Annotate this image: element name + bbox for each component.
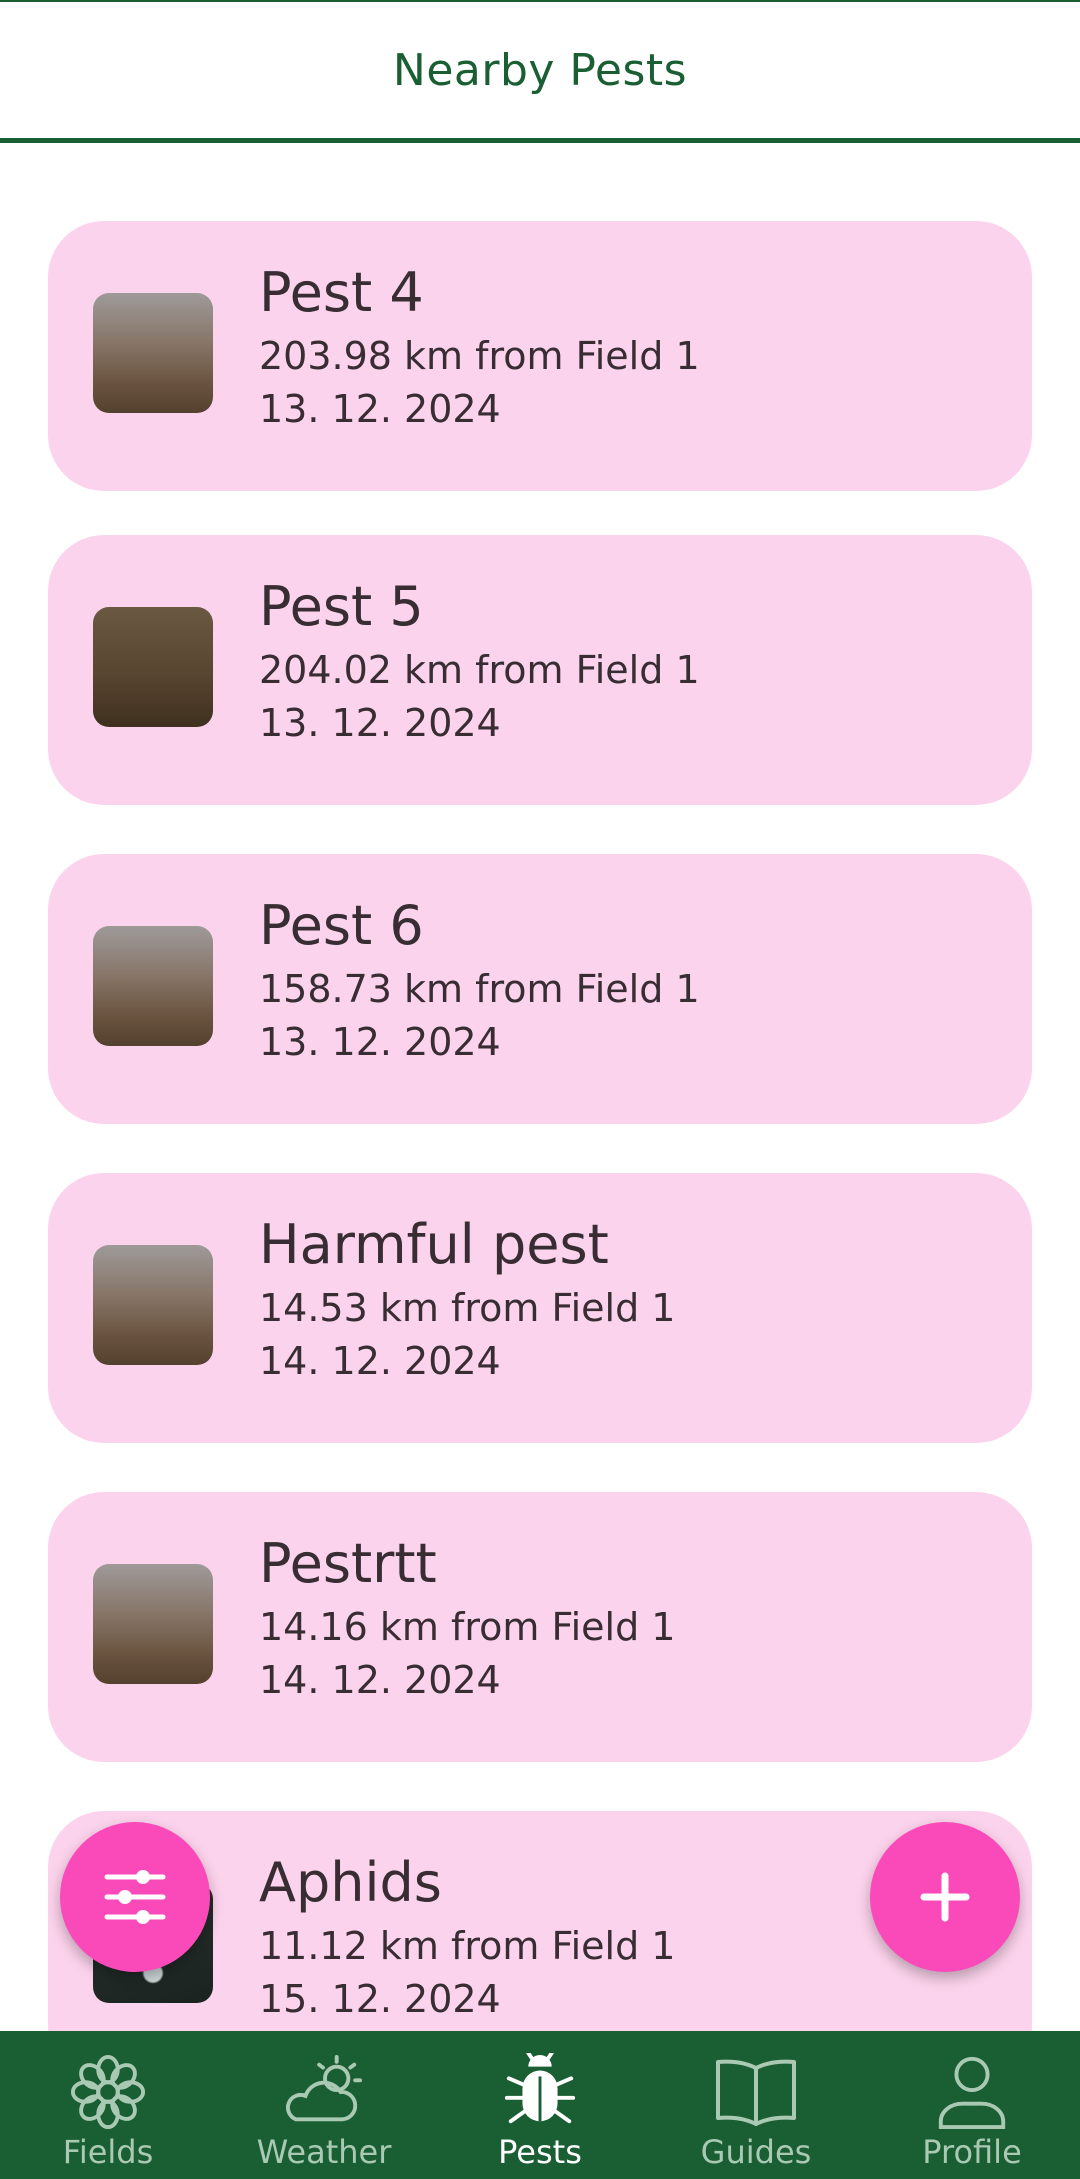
pest-list[interactable]: Pest 4 203.98 km from Field 1 13. 12. 20… (0, 143, 1080, 2031)
pest-distance: 14.16 km from Field 1 (259, 1605, 676, 1649)
person-icon (938, 2056, 1006, 2130)
app-bar: Nearby Pests (0, 2, 1080, 143)
nav-label: Profile (922, 2133, 1022, 2171)
pest-distance: 11.12 km from Field 1 (259, 1924, 676, 1968)
pest-date: 13. 12. 2024 (259, 701, 501, 745)
pest-thumbnail (93, 1245, 213, 1365)
pest-thumbnail (93, 293, 213, 413)
nav-label: Pests (498, 2133, 582, 2171)
sliders-icon (104, 1870, 166, 1924)
pest-name: Pest 6 (259, 894, 424, 957)
partly-cloudy-icon (285, 2054, 363, 2122)
book-icon (716, 2059, 796, 2126)
bottom-navigation: Fields Weather Pests Guides Profile (0, 2031, 1080, 2179)
nav-profile[interactable]: Profile (864, 2031, 1080, 2179)
filter-button[interactable] (60, 1822, 210, 1972)
nav-label: Weather (256, 2133, 392, 2171)
pest-thumbnail (93, 1564, 213, 1684)
nav-label: Guides (700, 2133, 812, 2171)
pest-name: Pestrtt (259, 1532, 437, 1595)
pest-name: Aphids (259, 1851, 442, 1914)
nav-pests[interactable]: Pests (432, 2031, 648, 2179)
pest-card-2[interactable]: Pest 5 204.02 km from Field 1 13. 12. 20… (48, 535, 1032, 805)
pest-date: 15. 12. 2024 (259, 1977, 501, 2021)
pest-distance: 204.02 km from Field 1 (259, 648, 700, 692)
pest-name: Harmful pest (259, 1213, 609, 1276)
pest-card-3[interactable]: Pest 6 158.73 km from Field 1 13. 12. 20… (48, 854, 1032, 1124)
pest-name: Pest 5 (259, 575, 424, 638)
pest-thumbnail (93, 926, 213, 1046)
add-pest-button[interactable] (870, 1822, 1020, 1972)
pest-card-5[interactable]: Pestrtt 14.16 km from Field 1 14. 12. 20… (48, 1492, 1032, 1762)
nav-label: Fields (62, 2133, 154, 2171)
pest-card-4[interactable]: Harmful pest 14.53 km from Field 1 14. 1… (48, 1173, 1032, 1443)
pest-distance: 158.73 km from Field 1 (259, 967, 700, 1011)
pest-name: Pest 4 (259, 261, 424, 324)
pest-card-1[interactable]: Pest 4 203.98 km from Field 1 13. 12. 20… (48, 221, 1032, 491)
bug-icon (504, 2053, 576, 2124)
nav-fields[interactable]: Fields (0, 2031, 216, 2179)
pest-date: 13. 12. 2024 (259, 1020, 501, 1064)
pest-thumbnail (93, 607, 213, 727)
pest-distance: 203.98 km from Field 1 (259, 334, 700, 378)
plus-icon (920, 1872, 970, 1922)
nav-guides[interactable]: Guides (648, 2031, 864, 2179)
page-title: Nearby Pests (392, 44, 688, 96)
pest-date: 13. 12. 2024 (259, 387, 501, 431)
pest-date: 14. 12. 2024 (259, 1658, 501, 1702)
pest-distance: 14.53 km from Field 1 (259, 1286, 676, 1330)
nav-weather[interactable]: Weather (216, 2031, 432, 2179)
flower-icon (70, 2054, 146, 2130)
pest-date: 14. 12. 2024 (259, 1339, 501, 1383)
